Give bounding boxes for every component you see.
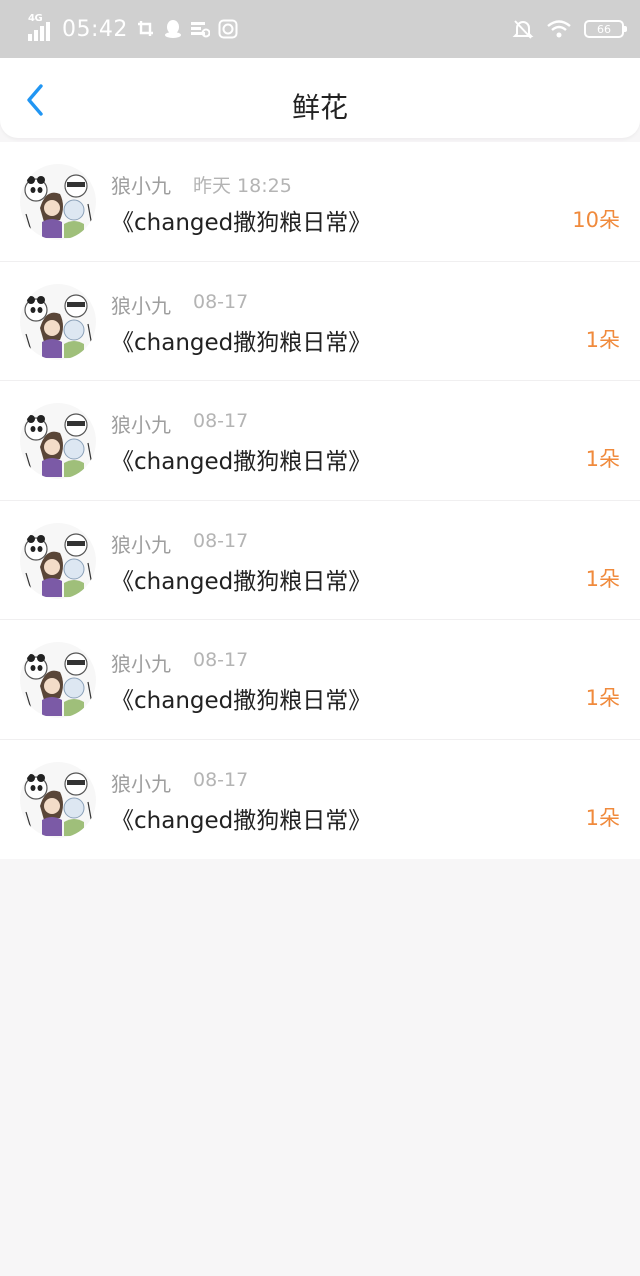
status-bar: 4G 05:42 66 — [0, 0, 640, 58]
user-name[interactable]: 狼小九 — [111, 648, 171, 677]
sync-icon — [218, 19, 238, 39]
flower-count: 1朵 — [585, 327, 620, 352]
avatar[interactable] — [20, 283, 96, 360]
record-time: 08-17 — [193, 410, 249, 432]
record-time: 08-17 — [193, 768, 249, 791]
list-item[interactable]: 狼小九 08-17 《changed撒狗粮日常》 1朵 — [0, 501, 640, 620]
record-time: 昨天 18:25 — [193, 175, 292, 197]
book-title[interactable]: 《changed撒狗粮日常》 — [111, 681, 371, 715]
book-title[interactable]: 《changed撒狗粮日常》 — [111, 442, 371, 476]
avatar[interactable] — [20, 403, 96, 479]
flower-count: 10朵 — [572, 208, 620, 232]
user-name[interactable]: 狼小九 — [111, 529, 171, 558]
flower-count: 1朵 — [585, 805, 620, 830]
record-time: 08-17 — [193, 529, 249, 552]
status-left: 4G 05:42 — [28, 13, 238, 42]
battery-icon: 66 — [584, 20, 627, 38]
avatar[interactable] — [20, 761, 96, 838]
signal-icon: 4G — [28, 13, 54, 41]
user-name[interactable]: 狼小九 — [111, 409, 171, 438]
list-item[interactable]: 狼小九 08-17 《changed撒狗粮日常》 1朵 — [0, 740, 640, 860]
list-item[interactable]: 狼小九 08-17 《changed撒狗粮日常》 1朵 — [0, 620, 640, 740]
list-item[interactable]: 狼小九 08-17 《changed撒狗粮日常》 1朵 — [0, 262, 640, 381]
wifi-icon — [546, 19, 572, 39]
book-title[interactable]: 《changed撒狗粮日常》 — [111, 801, 371, 835]
flower-count: 1朵 — [585, 447, 620, 471]
avatar[interactable] — [20, 522, 96, 599]
battery-level: 66 — [597, 22, 611, 36]
list-item[interactable]: 狼小九 昨天 18:25 《changed撒狗粮日常》 10朵 — [0, 142, 640, 262]
book-title[interactable]: 《changed撒狗粮日常》 — [111, 562, 371, 596]
avatar[interactable] — [20, 164, 96, 240]
record-time: 08-17 — [193, 290, 249, 313]
list-item[interactable]: 狼小九 08-17 《changed撒狗粮日常》 1朵 — [0, 381, 640, 501]
status-time: 05:42 — [62, 16, 128, 42]
nav-bar: 鲜花 — [0, 58, 640, 138]
user-name[interactable]: 狼小九 — [111, 290, 171, 319]
qq-icon — [164, 19, 182, 39]
screenshot-icon — [136, 19, 156, 39]
flower-count: 1朵 — [585, 686, 620, 710]
flower-count: 1朵 — [585, 566, 620, 591]
bell-off-icon — [512, 18, 534, 40]
record-time: 08-17 — [193, 649, 249, 671]
book-title[interactable]: 《changed撒狗粮日常》 — [111, 323, 371, 357]
status-right: 66 — [512, 18, 627, 40]
avatar[interactable] — [20, 642, 96, 718]
user-name[interactable]: 狼小九 — [111, 768, 171, 797]
user-name[interactable]: 狼小九 — [111, 170, 171, 199]
page-title: 鲜花 — [291, 91, 348, 124]
flower-record-list: 狼小九 昨天 18:25 《changed撒狗粮日常》 10朵 狼小九 08-1… — [0, 142, 640, 859]
notes-icon — [190, 19, 210, 39]
book-title[interactable]: 《changed撒狗粮日常》 — [111, 203, 371, 237]
